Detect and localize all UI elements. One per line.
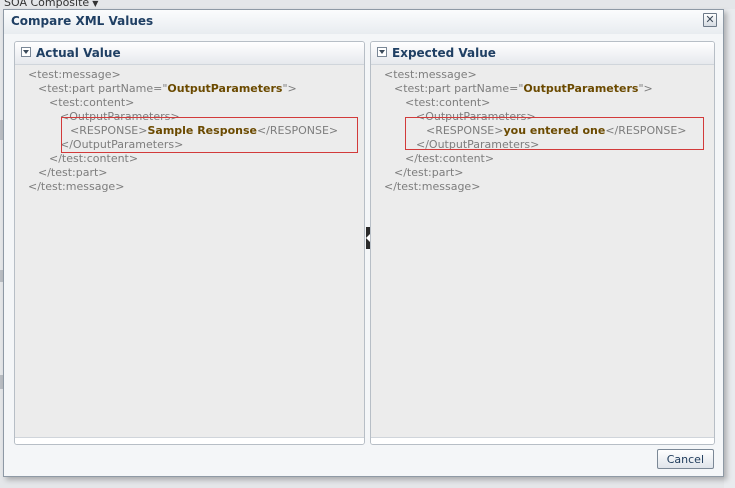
xml-line: </test:message> xyxy=(384,180,481,193)
dialog-header: Compare XML Values ✕ xyxy=(4,10,723,34)
cancel-button[interactable]: Cancel xyxy=(656,449,714,469)
xml-tag: <test:part partName=" xyxy=(394,82,524,95)
actual-panel-header: Actual Value xyxy=(15,42,364,65)
panel-footer xyxy=(371,437,714,444)
xml-line: </test:part> xyxy=(38,166,108,179)
collapse-toggle-icon[interactable] xyxy=(377,47,387,57)
xml-line: </test:content> xyxy=(405,152,495,165)
panel-footer xyxy=(15,437,364,444)
expected-panel-header: Expected Value xyxy=(371,42,714,65)
xml-line: <test:content> xyxy=(405,96,491,109)
xml-line: <test:content> xyxy=(49,96,135,109)
xml-tag: "> xyxy=(638,82,653,95)
background-breadcrumb: SOA Composite ▼ xyxy=(4,0,98,9)
xml-line: <test:part partName="OutputParameters"> xyxy=(38,82,297,96)
dialog-title: Compare XML Values xyxy=(11,14,154,28)
background-strip xyxy=(724,9,735,488)
actual-panel-title: Actual Value xyxy=(36,46,121,60)
xml-tag: <test:part partName=" xyxy=(38,82,168,95)
xml-line: <test:message> xyxy=(28,68,121,81)
difference-highlight xyxy=(61,117,358,153)
xml-tag: "> xyxy=(282,82,297,95)
xml-line: </test:part> xyxy=(394,166,464,179)
collapse-toggle-icon[interactable] xyxy=(21,47,31,57)
actual-value-panel: Actual Value <test:message> <test:part p… xyxy=(14,41,365,445)
compare-xml-dialog: Compare XML Values ✕ Actual Value <test:… xyxy=(3,9,724,477)
chevron-down-icon: ▼ xyxy=(92,0,99,8)
xml-attr-value: OutputParameters xyxy=(167,82,283,95)
xml-attr-value: OutputParameters xyxy=(523,82,639,95)
xml-line: <test:part partName="OutputParameters"> xyxy=(394,82,653,96)
xml-line: <test:message> xyxy=(384,68,477,81)
expected-value-panel: Expected Value <test:message> <test:part… xyxy=(370,41,715,445)
xml-line: </test:content> xyxy=(49,152,139,165)
expected-panel-title: Expected Value xyxy=(392,46,496,60)
difference-highlight xyxy=(405,117,704,150)
close-icon[interactable]: ✕ xyxy=(703,13,717,27)
breadcrumb-label: SOA Composite xyxy=(4,0,90,9)
xml-line: </test:message> xyxy=(28,180,125,193)
